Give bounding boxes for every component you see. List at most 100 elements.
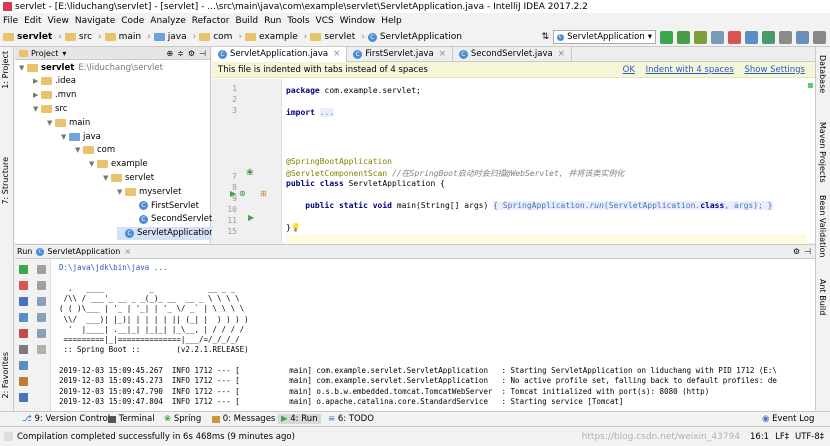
sync-icon[interactable]: ⊕	[166, 49, 173, 58]
hide-icon[interactable]: ⊣	[804, 247, 811, 256]
code-area[interactable]: package com.example.servlet; import ... …	[286, 79, 807, 245]
vcs-commit-icon[interactable]	[762, 30, 775, 44]
print-icon[interactable]	[37, 329, 46, 338]
close-run-icon[interactable]	[19, 393, 28, 402]
tab-first-servlet[interactable]: C FirstServlet.java ×	[347, 46, 453, 62]
menu-run[interactable]: Run	[264, 16, 281, 26]
build-icon[interactable]: ⇅	[542, 32, 550, 42]
menu-code[interactable]: Code	[121, 16, 144, 26]
menu-tools[interactable]: Tools	[287, 16, 309, 26]
tree-item[interactable]: C ServletApplication	[117, 226, 219, 240]
run-icon[interactable]	[660, 30, 673, 44]
database-tool-tab[interactable]: Database	[818, 55, 827, 93]
scroll-up-icon[interactable]	[37, 265, 46, 274]
close-icon[interactable]: ×	[333, 49, 340, 59]
tree-item[interactable]: ▼ servlet	[103, 171, 154, 184]
ant-build-tool-tab[interactable]: Ant Build	[818, 279, 827, 315]
tab-messages[interactable]: 0: Messages	[212, 414, 275, 424]
bulb-icon[interactable]: 💡	[291, 223, 301, 232]
pin-icon[interactable]	[19, 377, 28, 386]
tree-item[interactable]: ▶ .mvn	[33, 89, 76, 102]
notice-indent-link[interactable]: Indent with 4 spaces	[646, 65, 734, 75]
stop-icon[interactable]	[728, 30, 741, 44]
run-config-select[interactable]: C ServletApplication ▾	[553, 30, 656, 44]
tree-item[interactable]: ▼ com	[75, 144, 115, 157]
notice-ok-link[interactable]: OK	[623, 65, 635, 75]
close-icon[interactable]: ×	[558, 49, 565, 59]
caret-position[interactable]: 16:1	[750, 432, 769, 442]
run-gutter-icon[interactable]: ▶	[230, 189, 236, 198]
menu-refactor[interactable]: Refactor	[192, 16, 230, 26]
menu-view[interactable]: View	[48, 16, 69, 26]
scroll-down-icon[interactable]	[37, 281, 46, 290]
menu-analyze[interactable]: Analyze	[150, 16, 185, 26]
favorites-tool-tab[interactable]: 2: Favorites	[1, 352, 10, 398]
run-main-icon[interactable]: ▶	[248, 213, 254, 222]
chevron-right-icon[interactable]: ▶	[33, 77, 41, 85]
search-icon[interactable]	[813, 30, 826, 44]
tree-item[interactable]: ▼ main	[47, 116, 90, 129]
menu-help[interactable]: Help	[381, 16, 402, 26]
tab-terminal[interactable]: Terminal	[108, 414, 155, 424]
tree-item[interactable]: ▼ java	[61, 130, 101, 143]
scroll-to-end-icon[interactable]	[37, 313, 46, 322]
notice-settings-link[interactable]: Show Settings	[744, 65, 805, 75]
dump-threads-icon[interactable]	[19, 313, 28, 322]
menu-build[interactable]: Build	[236, 16, 259, 26]
gear-icon[interactable]: ⚙	[793, 247, 800, 256]
tree-item[interactable]: ▼ servlet E:\liduchang\servlet	[19, 61, 163, 74]
tab-second-servlet[interactable]: C SecondServlet.java ×	[453, 46, 572, 62]
stop-icon[interactable]	[19, 281, 28, 290]
status-message[interactable]: Compilation completed successfully in 6s…	[17, 432, 295, 442]
exit-icon[interactable]	[19, 329, 28, 338]
file-encoding[interactable]: UTF-8‡	[795, 432, 824, 442]
chevron-down-icon[interactable]: ▼	[75, 146, 83, 154]
tool-window-toggle-icon[interactable]	[4, 432, 13, 441]
tab-servlet-application[interactable]: C ServletApplication.java ×	[212, 46, 348, 62]
chevron-down-icon[interactable]: ▼	[89, 160, 97, 168]
chevron-down-icon[interactable]: ▼	[33, 105, 41, 113]
crumb-example[interactable]: example	[245, 32, 298, 42]
crumb-servlet-application[interactable]: C ServletApplication	[367, 32, 462, 42]
tree-item[interactable]: ▼ example	[89, 158, 148, 171]
project-tool-tab[interactable]: 1: Project	[1, 51, 10, 89]
chevron-down-icon[interactable]: ▼	[19, 64, 27, 72]
settings-icon[interactable]	[779, 30, 792, 44]
chevron-down-icon[interactable]: ▼	[61, 133, 69, 141]
chevron-down-icon[interactable]: ▼	[103, 174, 111, 182]
restore-layout-icon[interactable]	[19, 361, 28, 370]
crumb-servlet[interactable]: servlet	[310, 32, 355, 42]
tab-todo[interactable]: ≡ 6: TODO	[328, 414, 374, 424]
tab-version-control[interactable]: ⎇ 9: Version Control	[22, 414, 110, 424]
menu-window[interactable]: Window	[340, 16, 376, 26]
tab-spring[interactable]: ❀ Spring	[164, 414, 201, 424]
chevron-down-icon[interactable]: ▼	[47, 119, 55, 127]
rerun-icon[interactable]	[19, 265, 28, 274]
run-tab[interactable]: ServletApplication	[47, 247, 120, 256]
hide-icon[interactable]: ⊣	[199, 49, 206, 58]
project-view-select[interactable]: Project	[31, 49, 58, 58]
tab-run[interactable]: ▶ 4: Run	[278, 414, 321, 424]
collapse-icon[interactable]: ≑	[177, 49, 184, 58]
menu-edit[interactable]: Edit	[24, 16, 41, 26]
tree-item[interactable]: ▼ myservlet	[117, 185, 181, 198]
tree-item[interactable]: ▼ src	[33, 102, 67, 115]
tab-event-log[interactable]: ◉ Event Log	[762, 414, 814, 424]
project-structure-icon[interactable]	[796, 30, 809, 44]
chevron-down-icon[interactable]: ▼	[117, 188, 125, 196]
gear-icon[interactable]: ⚙	[188, 49, 195, 58]
crumb-com[interactable]: com	[199, 32, 232, 42]
chevron-down-icon[interactable]: ▾	[62, 49, 66, 58]
profile-icon[interactable]	[711, 30, 724, 44]
vcs-update-icon[interactable]	[745, 30, 758, 44]
tree-item[interactable]: C SecondServlet	[131, 213, 212, 226]
pause-icon[interactable]	[19, 297, 28, 306]
structure-tool-tab[interactable]: 7: Structure	[1, 157, 10, 205]
crumb-main[interactable]: main	[104, 32, 141, 42]
crumb-java[interactable]: java	[153, 32, 187, 42]
chevron-right-icon[interactable]: ▶	[33, 91, 41, 99]
settings-icon[interactable]	[19, 345, 28, 354]
console-output[interactable]: D:\java\jdk\bin\java ... . ____ _ __ _ _…	[55, 259, 815, 412]
menu-vcs[interactable]: VCS	[316, 16, 334, 26]
menu-navigate[interactable]: Navigate	[75, 16, 115, 26]
